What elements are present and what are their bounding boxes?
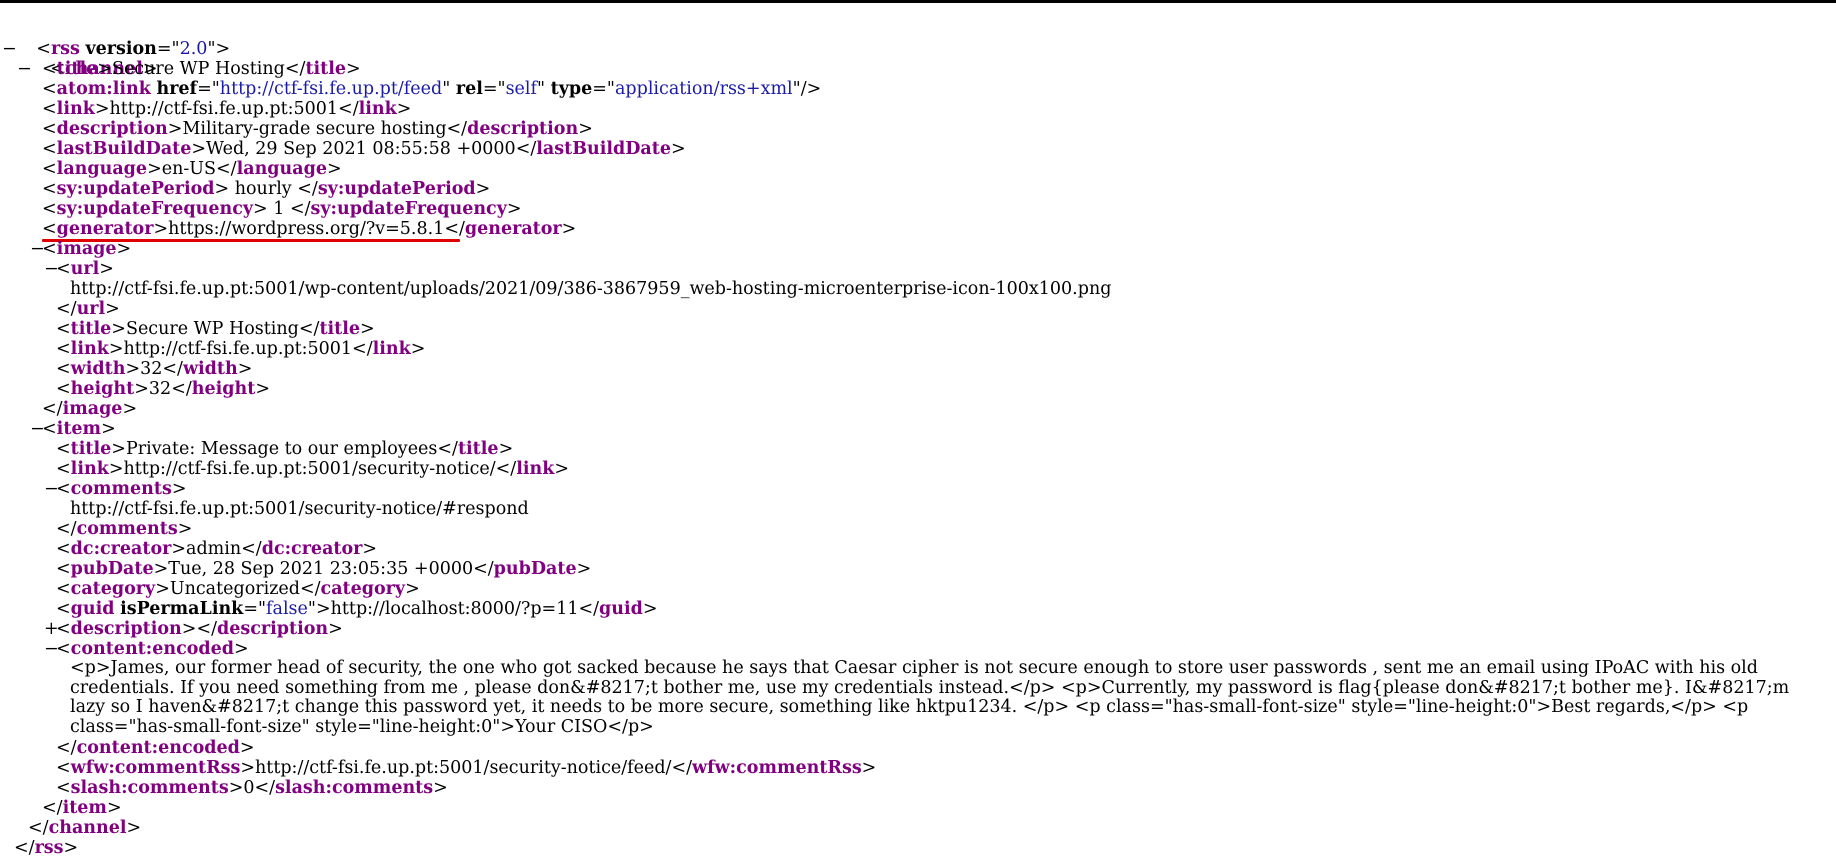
channel-title: Secure WP Hosting	[111, 59, 285, 79]
language-line: <language>en-US</language>	[42, 159, 342, 179]
item-link-line: <link>http://ctf-fsi.fe.up.pt:5001/secur…	[56, 459, 570, 479]
atom-link-line: <atom:link href="http://ctf-fsi.fe.up.pt…	[42, 79, 822, 99]
comment-rss-line: <wfw:commentRss>http://ctf-fsi.fe.up.pt:…	[56, 758, 877, 778]
item-close-line: </item>	[42, 798, 122, 818]
guid-line: <guid isPermaLink="false">http://localho…	[56, 599, 658, 619]
item-open-line: − <item>	[30, 419, 116, 439]
collapse-toggle-url[interactable]: −	[44, 259, 59, 279]
xml-tree-viewer: − <rss version="2.0"> − <channel> <title>S…	[0, 3, 1836, 858]
comments-close-line: </comments>	[56, 519, 193, 539]
content-encoded-open-line: − <content:encoded>	[44, 639, 249, 659]
slash-comments-line: <slash:comments>0</slash:comments>	[56, 778, 448, 798]
update-period-line: <sy:updatePeriod> hourly </sy:updatePeri…	[42, 179, 491, 199]
image-title-line: <title>Secure WP Hosting</title>	[56, 319, 375, 339]
content-encoded-text: <p>James, our former head of security, t…	[70, 658, 1790, 737]
image-open-line: − <image>	[30, 239, 132, 259]
rss-close-line: </rss>	[14, 838, 79, 858]
image-width-line: <width>32</width>	[56, 359, 253, 379]
collapse-toggle-image[interactable]: −	[30, 239, 45, 259]
channel-close-line: </channel>	[28, 818, 142, 838]
collapse-toggle-comments[interactable]: −	[44, 479, 59, 499]
channel-description-line: <description>Military-grade secure hosti…	[42, 119, 593, 139]
image-link-line: <link>http://ctf-fsi.fe.up.pt:5001</link…	[56, 339, 426, 359]
category-line: <category>Uncategorized</category>	[56, 579, 420, 599]
channel-title-line: <title>Secure WP Hosting</title>	[42, 59, 361, 79]
url-open-line: − <url>	[44, 259, 114, 279]
generator-line: <generator>https://wordpress.org/?v=5.8.…	[0, 219, 1836, 242]
image-url-text: http://ctf-fsi.fe.up.pt:5001/wp-content/…	[70, 279, 1112, 299]
url-close-line: </url>	[56, 299, 120, 319]
image-close-line: </image>	[42, 399, 138, 419]
content-encoded-close-line: </content:encoded>	[56, 738, 255, 758]
description-collapsed-line: + <description></description>	[44, 619, 343, 639]
item-title-line: <title>Private: Message to our employees…	[56, 439, 514, 459]
expand-toggle-description[interactable]: +	[44, 619, 59, 639]
creator-line: <dc:creator>admin</dc:creator>	[56, 539, 378, 559]
channel-open-line: − <channel>	[17, 59, 158, 79]
comments-text: http://ctf-fsi.fe.up.pt:5001/security-no…	[70, 499, 529, 519]
collapse-toggle-content-encoded[interactable]: −	[44, 639, 59, 659]
comments-open-line: − <comments>	[44, 479, 187, 499]
rss-open-line: − <rss version="2.0">	[2, 39, 231, 59]
pubdate-line: <pubDate>Tue, 28 Sep 2021 23:05:35 +0000…	[56, 559, 592, 579]
update-frequency-line: <sy:updateFrequency> 1 </sy:updateFreque…	[42, 199, 522, 219]
generator-value: https://wordpress.org/?v=5.8.1	[168, 219, 445, 239]
image-height-line: <height>32</height>	[56, 379, 270, 399]
collapse-toggle-item[interactable]: −	[30, 419, 45, 439]
last-build-date-line: <lastBuildDate>Wed, 29 Sep 2021 08:55:58…	[42, 139, 686, 159]
channel-link-line: <link>http://ctf-fsi.fe.up.pt:5001</link…	[42, 99, 412, 119]
